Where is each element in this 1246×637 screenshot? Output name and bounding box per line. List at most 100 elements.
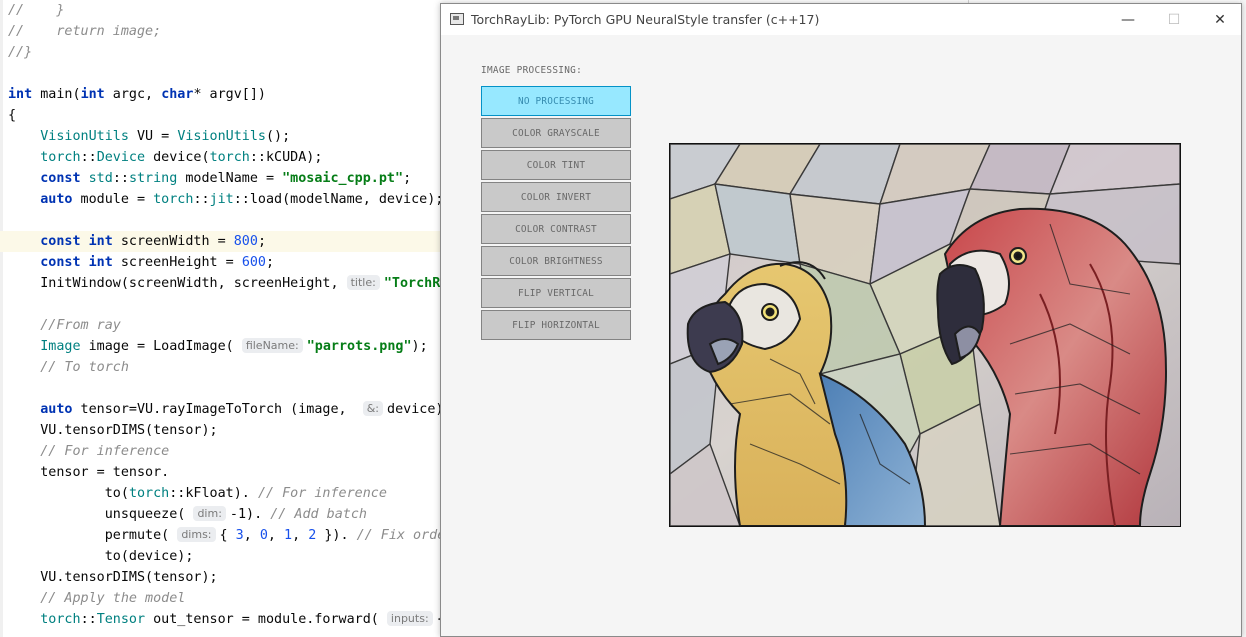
code-token: ::load(modelName, device); [233, 192, 444, 207]
code-token: { [8, 108, 17, 123]
code-token: torch [209, 150, 250, 165]
code-token: ); [411, 339, 428, 354]
code-token: // For inference [257, 486, 387, 501]
code-token: argc, [104, 87, 162, 102]
code-token: ::kCUDA); [249, 150, 323, 165]
code-token: out_tensor = module.forward( [145, 612, 387, 627]
code-token: InitWindow(screenWidth, screenHeight, [8, 276, 347, 291]
code-token: torch [40, 150, 81, 165]
window-title: TorchRayLib: PyTorch GPU NeuralStyle tra… [471, 12, 820, 27]
code-token: // To torch [40, 360, 129, 375]
code-token: int [88, 255, 113, 270]
code-token: const [40, 255, 81, 270]
code-token: 0 [259, 528, 268, 543]
code-token: "TorchRa [383, 276, 449, 291]
code-token: VisionUtils [177, 129, 266, 144]
code-token: ::kFloat). [169, 486, 258, 501]
code-token: // Add batch [270, 507, 367, 522]
code-token: // } [8, 3, 65, 18]
code-token: modelName = [177, 171, 283, 186]
code-token: to(device); [8, 549, 194, 564]
window-titlebar[interactable]: TorchRayLib: PyTorch GPU NeuralStyle tra… [441, 4, 1241, 35]
code-token: torch [40, 612, 81, 627]
code-token: VU.tensorDIMS(tensor); [8, 570, 218, 585]
stylized-image [669, 143, 1181, 527]
code-token: std [88, 171, 113, 186]
code-token: :: [112, 171, 129, 186]
parameter-hint: dim: [193, 506, 226, 521]
processing-button-color-grayscale[interactable]: COLOR GRAYSCALE [481, 118, 631, 148]
code-token: (); [266, 129, 291, 144]
code-token: -1). [229, 507, 271, 522]
code-token: const [40, 234, 81, 249]
code-token: , [292, 528, 309, 543]
code-token: :: [193, 192, 210, 207]
code-token: :: [80, 612, 97, 627]
code-token: //} [8, 45, 33, 60]
code-token: char [161, 87, 194, 102]
code-token: Device [96, 150, 146, 165]
processing-button-no-processing[interactable]: NO PROCESSING [481, 86, 631, 116]
code-token: // Fix order [356, 528, 454, 543]
processing-button-flip-horizontal[interactable]: FLIP HORIZONTAL [481, 310, 631, 340]
processing-button-color-invert[interactable]: COLOR INVERT [481, 182, 631, 212]
code-token: const [40, 171, 81, 186]
parameter-hint: dims: [177, 527, 216, 542]
code-token: int [80, 87, 105, 102]
close-button[interactable]: ✕ [1197, 4, 1243, 35]
code-token: ; [403, 171, 412, 186]
parameter-hint: title: [346, 275, 380, 290]
code-token: module = [72, 192, 154, 207]
code-token: "mosaic_cpp.pt" [282, 171, 404, 186]
code-token: ; [266, 255, 275, 270]
code-token: 1 [284, 528, 293, 543]
code-token: to( [8, 486, 129, 501]
processing-button-color-contrast[interactable]: COLOR CONTRAST [481, 214, 631, 244]
code-token: torch [153, 192, 194, 207]
code-token: device( [145, 150, 210, 165]
code-token: VU.tensorDIMS(tensor); [8, 423, 218, 438]
code-token: permute( [8, 528, 178, 543]
code-token: // For inference [40, 444, 170, 459]
code-token: // Apply the model [40, 591, 186, 606]
code-token: jit [209, 192, 234, 207]
maximize-button[interactable]: ☐ [1151, 4, 1197, 35]
processing-button-color-brightness[interactable]: COLOR BRIGHTNESS [481, 246, 631, 276]
code-token: 600 [241, 255, 266, 270]
code-token: screenWidth = [112, 234, 234, 249]
code-token: VisionUtils [40, 129, 129, 144]
parameter-hint: inputs: [386, 611, 433, 626]
code-token: tensor=VU.rayImageToTorch (image, [72, 402, 363, 417]
processing-button-color-tint[interactable]: COLOR TINT [481, 150, 631, 180]
parrots-mosaic-image [670, 144, 1180, 526]
code-token: auto [40, 402, 73, 417]
code-token: Image [40, 339, 81, 354]
code-token: VU = [128, 129, 178, 144]
code-token: unsqueeze( [8, 507, 194, 522]
code-token: image = LoadImage( [80, 339, 242, 354]
code-token: 3 [235, 528, 244, 543]
minimize-button[interactable]: — [1105, 4, 1151, 35]
parameter-hint: &: [362, 401, 384, 416]
code-token: int [8, 87, 33, 102]
processing-button-flip-vertical[interactable]: FLIP VERTICAL [481, 278, 631, 308]
code-token: //From ray [40, 318, 121, 333]
code-token: auto [40, 192, 73, 207]
code-token: screenHeight = [112, 255, 242, 270]
code-token: main( [32, 87, 81, 102]
code-token: tensor = tensor. [8, 465, 170, 480]
code-token: :: [80, 150, 97, 165]
